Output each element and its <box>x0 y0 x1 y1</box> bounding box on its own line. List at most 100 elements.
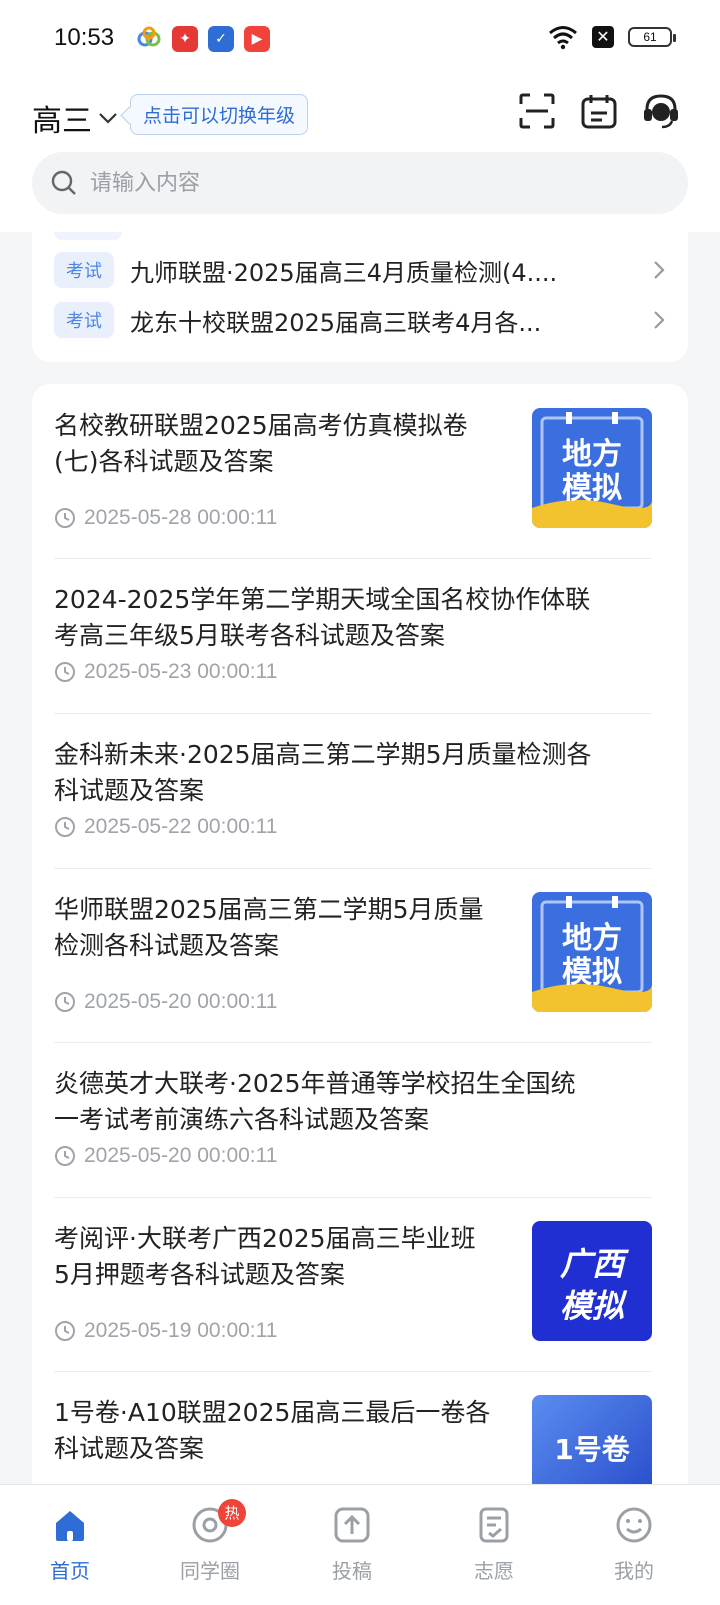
article-title: 炎德英才大联考·2025年普通等学校招生全国统 一考试考前演练六各科试题及答案 <box>54 1066 576 1138</box>
bottom-navigation: 首页 热 同学圈 投稿 志愿 我的 <box>0 1484 720 1605</box>
article-title-line: 检测各科试题及答案 <box>54 931 280 960</box>
exam-tag: 考试 <box>54 252 114 288</box>
article-date-text: 2025-05-28 00:00:11 <box>84 506 278 529</box>
nav-volunteer[interactable]: 志愿 <box>444 1485 544 1595</box>
search-bar[interactable] <box>32 152 688 214</box>
status-app-icons: ✦ ✓ ▶ <box>136 26 270 52</box>
colorful-app-icon <box>136 26 162 52</box>
clock-icon <box>55 508 75 528</box>
article-title-line: 考高三年级5月联考各科试题及答案 <box>54 621 445 650</box>
nav-submit[interactable]: 投稿 <box>302 1485 402 1595</box>
exam-title: 龙东十校联盟2025届高三联考4月各... <box>130 308 542 337</box>
article-item[interactable]: 金科新未来·2025届高三第二学期5月质量检测各 科试题及答案 2025-05-… <box>54 713 652 869</box>
thumb-text: 模拟 <box>562 955 622 990</box>
clock-icon <box>55 1321 75 1341</box>
article-date: 2025-05-20 00:00:11 <box>54 1144 277 1168</box>
article-date-text: 2025-05-22 00:00:11 <box>84 815 278 838</box>
article-date: 2025-05-28 00:00:11 <box>54 506 277 530</box>
article-title-line: 考阅评·大联考广西2025届高三毕业班 <box>54 1224 476 1253</box>
exam-list-card: 考试 九师联盟·2025届高三4月质量检测(4.... 考试 龙东十校联盟202… <box>32 232 688 362</box>
article-title-line: 炎德英才大联考·2025年普通等学校招生全国统 <box>54 1069 576 1098</box>
grade-switch-tooltip: 点击可以切换年级 <box>130 94 309 135</box>
grade-selector[interactable]: 高三 <box>32 96 120 140</box>
article-title-line: 科试题及答案 <box>54 776 205 805</box>
article-thumbnail: 地方 模拟 <box>532 408 652 528</box>
article-title: 金科新未来·2025届高三第二学期5月质量检测各 科试题及答案 <box>54 737 591 809</box>
thumb-text: 广西 <box>560 1245 629 1283</box>
customer-service-icon[interactable] <box>642 92 680 130</box>
thumb-text: 模拟 <box>562 471 622 506</box>
red-news-app-icon: ✦ <box>172 26 198 52</box>
article-thumbnail: 地方 模拟 <box>532 892 652 1012</box>
no-sim-icon: ✕ <box>592 26 614 48</box>
clock-icon <box>55 992 75 1012</box>
clock-icon <box>55 662 75 682</box>
top-header: 高三 点击可以切换年级 <box>0 80 720 150</box>
exam-tag: 考试 <box>54 302 114 338</box>
home-icon <box>56 1511 84 1541</box>
calendar-icon[interactable] <box>580 92 618 130</box>
thumb-text: 地方 <box>562 437 622 472</box>
thumb-text: 地方 <box>562 921 622 956</box>
hot-badge: 热 <box>218 1499 246 1527</box>
article-date: 2025-05-23 00:00:11 <box>54 660 277 684</box>
nav-label: 志愿 <box>474 1559 514 1583</box>
article-list-card: 名校教研联盟2025届高考仿真模拟卷 (七)各科试题及答案 2025-05-28… <box>32 384 688 1484</box>
nav-classmates[interactable]: 热 同学圈 <box>160 1485 260 1595</box>
article-title: 考阅评·大联考广西2025届高三毕业班 5月押题考各科试题及答案 <box>54 1221 476 1293</box>
search-input[interactable] <box>88 169 612 197</box>
article-title-line: 一考试考前演练六各科试题及答案 <box>54 1105 430 1134</box>
article-title: 2024-2025学年第二学期天域全国名校协作体联 考高三年级5月联考各科试题及… <box>54 582 590 654</box>
article-title: 名校教研联盟2025届高考仿真模拟卷 (七)各科试题及答案 <box>54 408 468 480</box>
article-title-line: (七)各科试题及答案 <box>54 447 274 476</box>
battery-level: 61 <box>643 30 657 44</box>
article-title: 1号卷·A10联盟2025届高三最后一卷各 科试题及答案 <box>54 1395 490 1467</box>
chevron-down-icon <box>99 113 117 124</box>
article-item[interactable]: 考阅评·大联考广西2025届高三毕业班 5月押题考各科试题及答案 2025-05… <box>54 1197 652 1372</box>
article-title-line: 5月押题考各科试题及答案 <box>54 1260 345 1289</box>
nav-profile[interactable]: 我的 <box>584 1485 684 1595</box>
article-date: 2025-05-20 00:00:11 <box>54 990 277 1014</box>
grade-label: 高三 <box>32 104 92 139</box>
nav-label: 我的 <box>614 1559 654 1583</box>
article-title-line: 2024-2025学年第二学期天域全国名校协作体联 <box>54 585 591 614</box>
article-item[interactable]: 2024-2025学年第二学期天域全国名校协作体联 考高三年级5月联考各科试题及… <box>54 558 652 714</box>
status-time: 10:53 <box>54 24 115 51</box>
blue-bird-app-icon: ✓ <box>208 26 234 52</box>
exam-row[interactable]: 考试 九师联盟·2025届高三4月质量检测(4.... <box>54 250 674 290</box>
article-title-line: 金科新未来·2025届高三第二学期5月质量检测各 <box>54 740 592 769</box>
article-item[interactable]: 1号卷·A10联盟2025届高三最后一卷各 科试题及答案 1号卷 <box>54 1371 652 1484</box>
scan-icon[interactable] <box>518 92 556 130</box>
clock-icon <box>55 1146 75 1166</box>
article-date: 2025-05-19 00:00:11 <box>54 1319 277 1343</box>
article-title-line: 科试题及答案 <box>54 1434 205 1463</box>
thumb-text: 模拟 <box>560 1287 628 1325</box>
chevron-right-icon <box>654 261 665 279</box>
nav-label: 首页 <box>50 1559 90 1583</box>
search-icon <box>51 170 76 195</box>
article-date-text: 2025-05-23 00:00:11 <box>84 660 278 683</box>
smiley-face-icon <box>616 1507 652 1543</box>
article-item[interactable]: 华师联盟2025届高三第二学期5月质量 检测各科试题及答案 2025-05-20… <box>54 868 652 1043</box>
article-item[interactable]: 炎德英才大联考·2025年普通等学校招生全国统 一考试考前演练六各科试题及答案 … <box>54 1042 652 1198</box>
nav-home[interactable]: 首页 <box>20 1485 120 1595</box>
clipboard-check-icon <box>479 1507 509 1543</box>
thumb-text: 1号卷 <box>554 1433 630 1466</box>
article-date-text: 2025-05-20 00:00:11 <box>84 1144 278 1167</box>
clock-icon <box>55 817 75 837</box>
upload-icon <box>334 1507 370 1543</box>
article-title-line: 华师联盟2025届高三第二学期5月质量 <box>54 895 484 924</box>
status-bar: 10:53 ✦ ✓ ▶ ✕ 61 <box>0 0 720 80</box>
exam-tag-partial <box>54 232 122 240</box>
content-scroll-area[interactable]: 考试 九师联盟·2025届高三4月质量检测(4.... 考试 龙东十校联盟202… <box>0 232 720 1484</box>
article-date: 2025-05-22 00:00:11 <box>54 815 277 839</box>
article-thumbnail: 1号卷 <box>532 1395 652 1484</box>
video-play-app-icon: ▶ <box>244 26 270 52</box>
article-date-text: 2025-05-19 00:00:11 <box>84 1319 278 1342</box>
article-thumbnail: 广西 模拟 <box>532 1221 652 1341</box>
article-date-text: 2025-05-20 00:00:11 <box>84 990 278 1013</box>
exam-row[interactable]: 考试 龙东十校联盟2025届高三联考4月各... <box>54 300 674 340</box>
nav-label: 投稿 <box>332 1559 372 1583</box>
article-item[interactable]: 名校教研联盟2025届高考仿真模拟卷 (七)各科试题及答案 2025-05-28… <box>54 384 652 559</box>
article-title: 华师联盟2025届高三第二学期5月质量 检测各科试题及答案 <box>54 892 484 964</box>
